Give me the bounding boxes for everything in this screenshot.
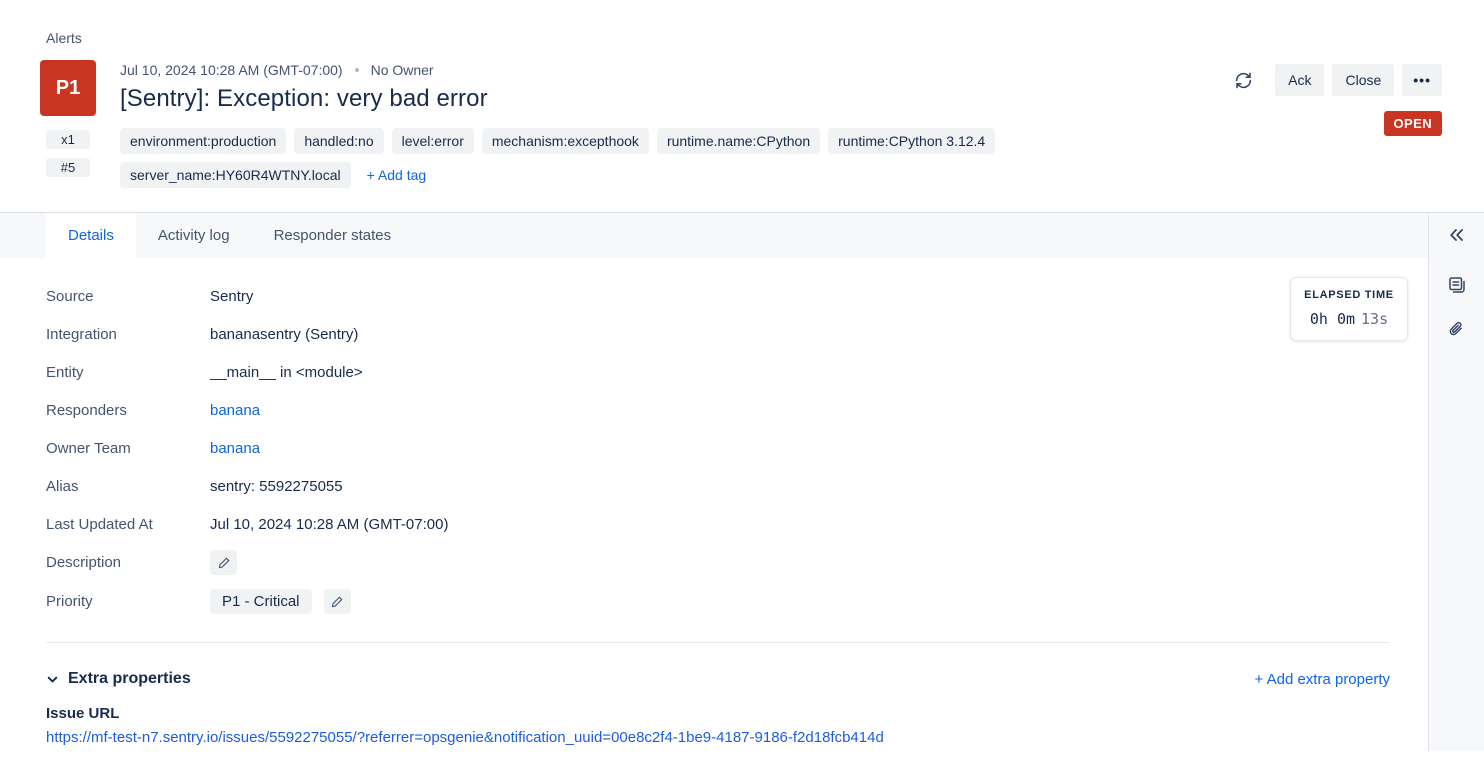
status-badge: OPEN — [1384, 111, 1442, 136]
tab-activity-log[interactable]: Activity log — [136, 213, 252, 258]
refresh-icon — [1234, 71, 1253, 90]
tag-chip[interactable]: runtime:CPython 3.12.4 — [828, 128, 995, 154]
edit-priority-button[interactable] — [324, 589, 351, 614]
issue-url-link[interactable]: https://mf-test-n7.sentry.io/issues/5592… — [46, 729, 1428, 746]
section-divider — [46, 642, 1390, 643]
field-value: sentry: 5592275055 — [210, 478, 343, 495]
extra-properties-title[interactable]: Extra properties — [68, 670, 191, 688]
alert-owner: No Owner — [371, 62, 434, 78]
field-label: Last Updated At — [46, 516, 210, 533]
priority-badge: P1 — [40, 60, 96, 116]
paperclip-icon — [1447, 320, 1466, 339]
field-value: __main__ in <module> — [210, 364, 363, 381]
close-button[interactable]: Close — [1332, 64, 1394, 96]
tag-list: environment:production handled:no level:… — [120, 128, 1130, 188]
elapsed-time-value: 0h 0m 13s — [1299, 310, 1399, 328]
alert-timestamp: Jul 10, 2024 10:28 AM (GMT-07:00) — [120, 62, 343, 78]
elapsed-time-label: ELAPSED TIME — [1299, 289, 1399, 301]
double-chevron-left-icon — [1448, 227, 1465, 243]
add-tag-link[interactable]: + Add tag — [367, 167, 427, 183]
refresh-button[interactable] — [1234, 71, 1253, 90]
ellipsis-icon: ••• — [1413, 72, 1431, 88]
elapsed-minutes: 0m — [1337, 310, 1355, 328]
alert-meta: Jul 10, 2024 10:28 AM (GMT-07:00) No Own… — [120, 62, 1130, 78]
tag-chip[interactable]: environment:production — [120, 128, 286, 154]
tiny-id-badge: #5 — [46, 158, 90, 177]
field-label: Responders — [46, 402, 210, 419]
pencil-icon — [217, 556, 231, 570]
alert-header: Alerts P1 x1 #5 Jul 10, 2024 10:28 AM (G… — [0, 0, 1484, 188]
field-label: Integration — [46, 326, 210, 343]
right-rail — [1428, 213, 1484, 751]
field-row-owner-team: Owner Team banana — [46, 436, 1428, 460]
field-label: Alias — [46, 478, 210, 495]
tag-chip[interactable]: mechanism:excepthook — [482, 128, 649, 154]
notes-icon — [1447, 275, 1467, 295]
alert-count-badge: x1 — [46, 130, 90, 149]
field-row-description: Description — [46, 550, 1428, 575]
elapsed-seconds: 13s — [1361, 310, 1388, 328]
tab-bar: Details Activity log Responder states — [0, 213, 1428, 258]
field-value: Sentry — [210, 288, 253, 305]
tag-chip[interactable]: handled:no — [294, 128, 383, 154]
field-label: Source — [46, 288, 210, 305]
tab-details[interactable]: Details — [46, 213, 136, 258]
field-label: Entity — [46, 364, 210, 381]
elapsed-hours: 0h — [1310, 310, 1328, 328]
ack-button[interactable]: Ack — [1275, 64, 1324, 96]
tag-chip[interactable]: server_name:HY60R4WTNY.local — [120, 162, 351, 188]
add-extra-property-link[interactable]: + Add extra property — [1255, 671, 1391, 688]
field-row-entity: Entity __main__ in <module> — [46, 360, 1428, 384]
owner-team-link[interactable]: banana — [210, 440, 260, 457]
issue-url-label: Issue URL — [46, 705, 1428, 722]
field-value: bananasentry (Sentry) — [210, 326, 358, 343]
notes-button[interactable] — [1447, 275, 1467, 295]
dot-separator — [355, 68, 359, 72]
responders-link[interactable]: banana — [210, 402, 260, 419]
chevron-down-icon[interactable] — [46, 673, 59, 686]
priority-value-chip: P1 - Critical — [210, 589, 312, 614]
more-actions-button[interactable]: ••• — [1402, 64, 1442, 96]
tag-chip[interactable]: runtime.name:CPython — [657, 128, 820, 154]
field-value: Jul 10, 2024 10:28 AM (GMT-07:00) — [210, 516, 448, 533]
field-row-responders: Responders banana — [46, 398, 1428, 422]
field-label: Description — [46, 554, 210, 571]
edit-description-button[interactable] — [210, 550, 237, 575]
field-label: Owner Team — [46, 440, 210, 457]
field-row-source: Source Sentry — [46, 284, 1428, 308]
priority-badge-column: P1 x1 #5 — [40, 60, 96, 188]
field-row-integration: Integration bananasentry (Sentry) — [46, 322, 1428, 346]
alert-title: [Sentry]: Exception: very bad error — [120, 85, 1130, 113]
tab-responder-states[interactable]: Responder states — [252, 213, 414, 258]
attachments-button[interactable] — [1447, 320, 1466, 339]
field-row-last-updated: Last Updated At Jul 10, 2024 10:28 AM (G… — [46, 512, 1428, 536]
tag-chip[interactable]: level:error — [392, 128, 474, 154]
breadcrumb[interactable]: Alerts — [46, 30, 1442, 46]
collapse-panel-button[interactable] — [1448, 227, 1465, 243]
field-label: Priority — [46, 593, 210, 610]
pencil-icon — [330, 595, 344, 609]
details-panel: Source Sentry Integration bananasentry (… — [0, 258, 1428, 751]
elapsed-time-card: ELAPSED TIME 0h 0m 13s — [1290, 277, 1408, 341]
field-row-alias: Alias sentry: 5592275055 — [46, 474, 1428, 498]
field-row-priority: Priority P1 - Critical — [46, 589, 1428, 614]
